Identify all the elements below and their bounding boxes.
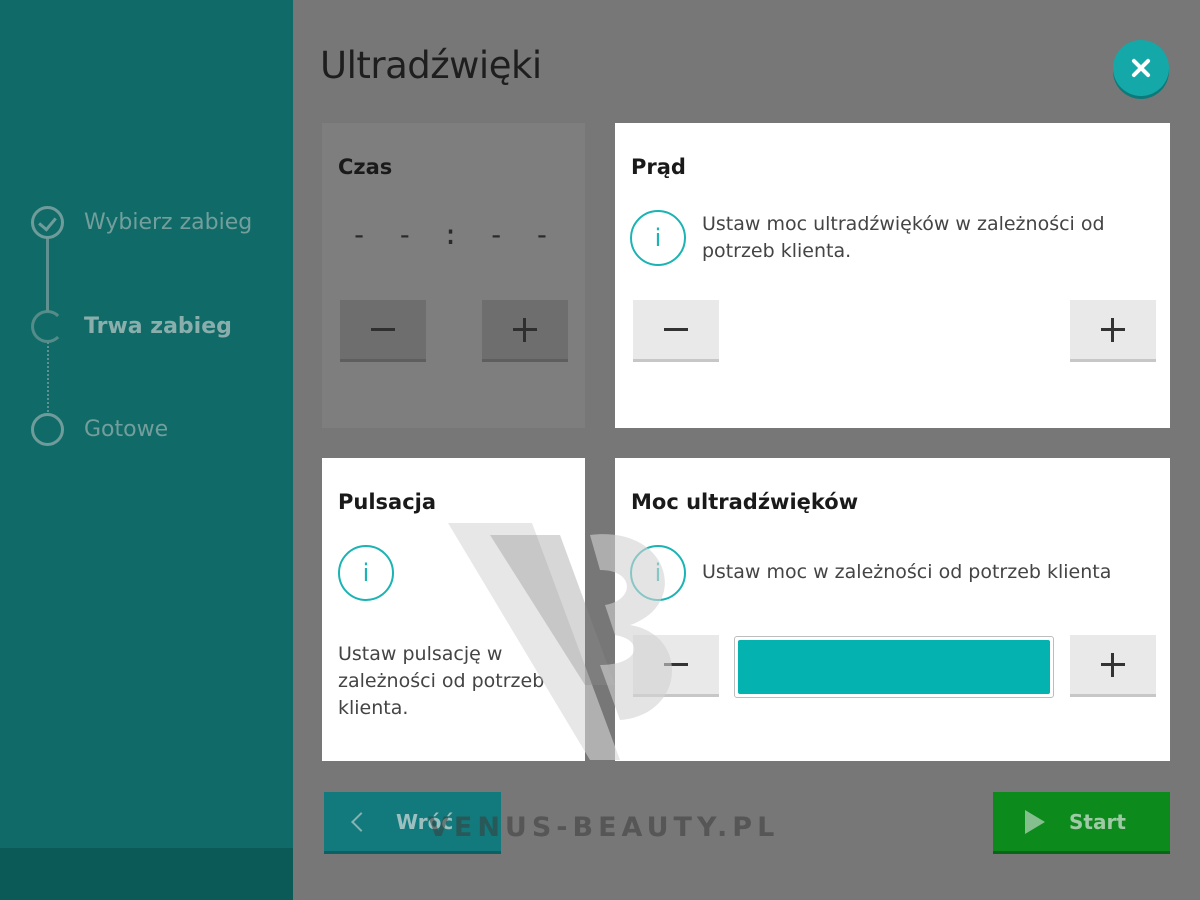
step-connector-dotted [47, 342, 49, 416]
info-icon: i [630, 210, 686, 266]
prad-minus-button[interactable] [633, 300, 719, 362]
time-plus-button[interactable] [482, 300, 568, 362]
info-icon: i [338, 545, 394, 601]
time-display: - - : - - [350, 218, 557, 251]
step-connector [46, 238, 49, 312]
card-description: Ustaw moc w zależności od potrzeb klient… [702, 561, 1112, 583]
step-trwa-zabieg: Trwa zabieg [31, 310, 232, 343]
card-pulsacja: Pulsacja i Ustaw pulsację w zależności o… [322, 458, 585, 761]
start-button-label: Start [1069, 809, 1126, 834]
play-icon [1025, 809, 1045, 834]
sidebar: Wybierz zabieg Trwa zabieg Gotowe [0, 0, 293, 900]
start-button[interactable]: Start [993, 792, 1170, 854]
minus-icon [664, 328, 688, 331]
card-title: Czas [338, 155, 393, 179]
close-button[interactable] [1113, 40, 1169, 96]
step-label: Gotowe [84, 417, 169, 442]
plus-icon [513, 317, 537, 342]
minus-icon [664, 663, 688, 666]
moc-plus-button[interactable] [1070, 635, 1156, 697]
power-level-bar[interactable] [734, 636, 1054, 698]
step-gotowe: Gotowe [31, 413, 168, 446]
step-wybierz-zabieg: Wybierz zabieg [31, 206, 252, 239]
back-button-label: Wróć [396, 809, 454, 834]
chevron-left-icon [351, 811, 371, 832]
power-level-fill [738, 640, 1050, 694]
sidebar-footer [0, 848, 293, 900]
card-title: Pulsacja [338, 490, 437, 514]
card-description: Ustaw pulsację w zależności od potrzeb k… [338, 643, 545, 719]
card-prad: Prąd i Ustaw moc ultradźwięków w zależno… [615, 123, 1170, 428]
check-circle-icon [31, 206, 64, 239]
card-moc-ultradzwiekow: Moc ultradźwięków i Ustaw moc w zależnoś… [615, 458, 1170, 761]
plus-icon [1101, 317, 1125, 342]
step-label: Wybierz zabieg [84, 210, 253, 235]
empty-circle-icon [31, 413, 64, 446]
plus-icon [1101, 652, 1125, 677]
card-title: Prąd [631, 155, 686, 179]
progress-circle-icon [31, 310, 64, 343]
page-title: Ultradźwięki [320, 44, 542, 87]
card-description: Ustaw moc ultradźwięków w zależności od … [702, 213, 1105, 262]
prad-plus-button[interactable] [1070, 300, 1156, 362]
card-title: Moc ultradźwięków [631, 490, 859, 514]
back-button[interactable]: Wróć [324, 792, 501, 854]
step-label: Trwa zabieg [84, 314, 232, 339]
card-czas: Czas - - : - - [322, 123, 585, 428]
time-minus-button[interactable] [340, 300, 426, 362]
moc-minus-button[interactable] [633, 635, 719, 697]
info-icon: i [630, 545, 686, 601]
minus-icon [371, 328, 395, 331]
